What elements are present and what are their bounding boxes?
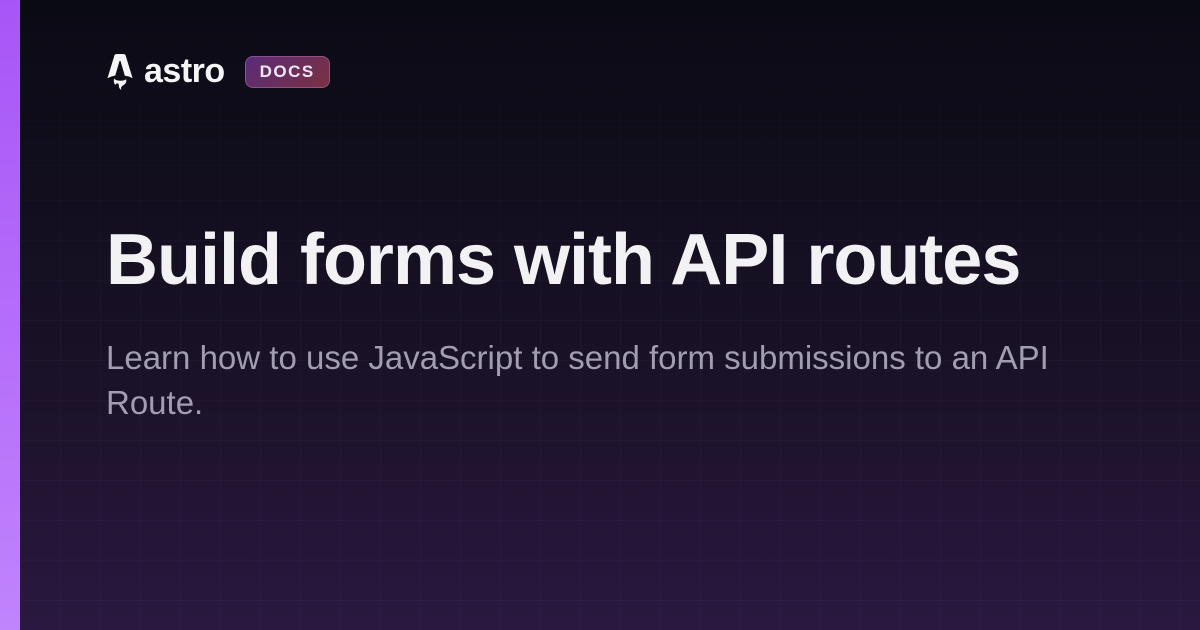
page-subtitle: Learn how to use JavaScript to send form… [106, 336, 1086, 425]
docs-badge: DOCS [245, 56, 330, 88]
page-title: Build forms with API routes [106, 221, 1114, 300]
accent-bar [0, 0, 20, 630]
brand-name: astro [144, 52, 225, 91]
brand-logo: astro [106, 52, 225, 91]
main-card: astro DOCS Build forms with API routes L… [20, 0, 1200, 630]
astro-icon [106, 54, 134, 90]
header: astro DOCS [106, 52, 1114, 91]
content: Build forms with API routes Learn how to… [106, 221, 1114, 425]
